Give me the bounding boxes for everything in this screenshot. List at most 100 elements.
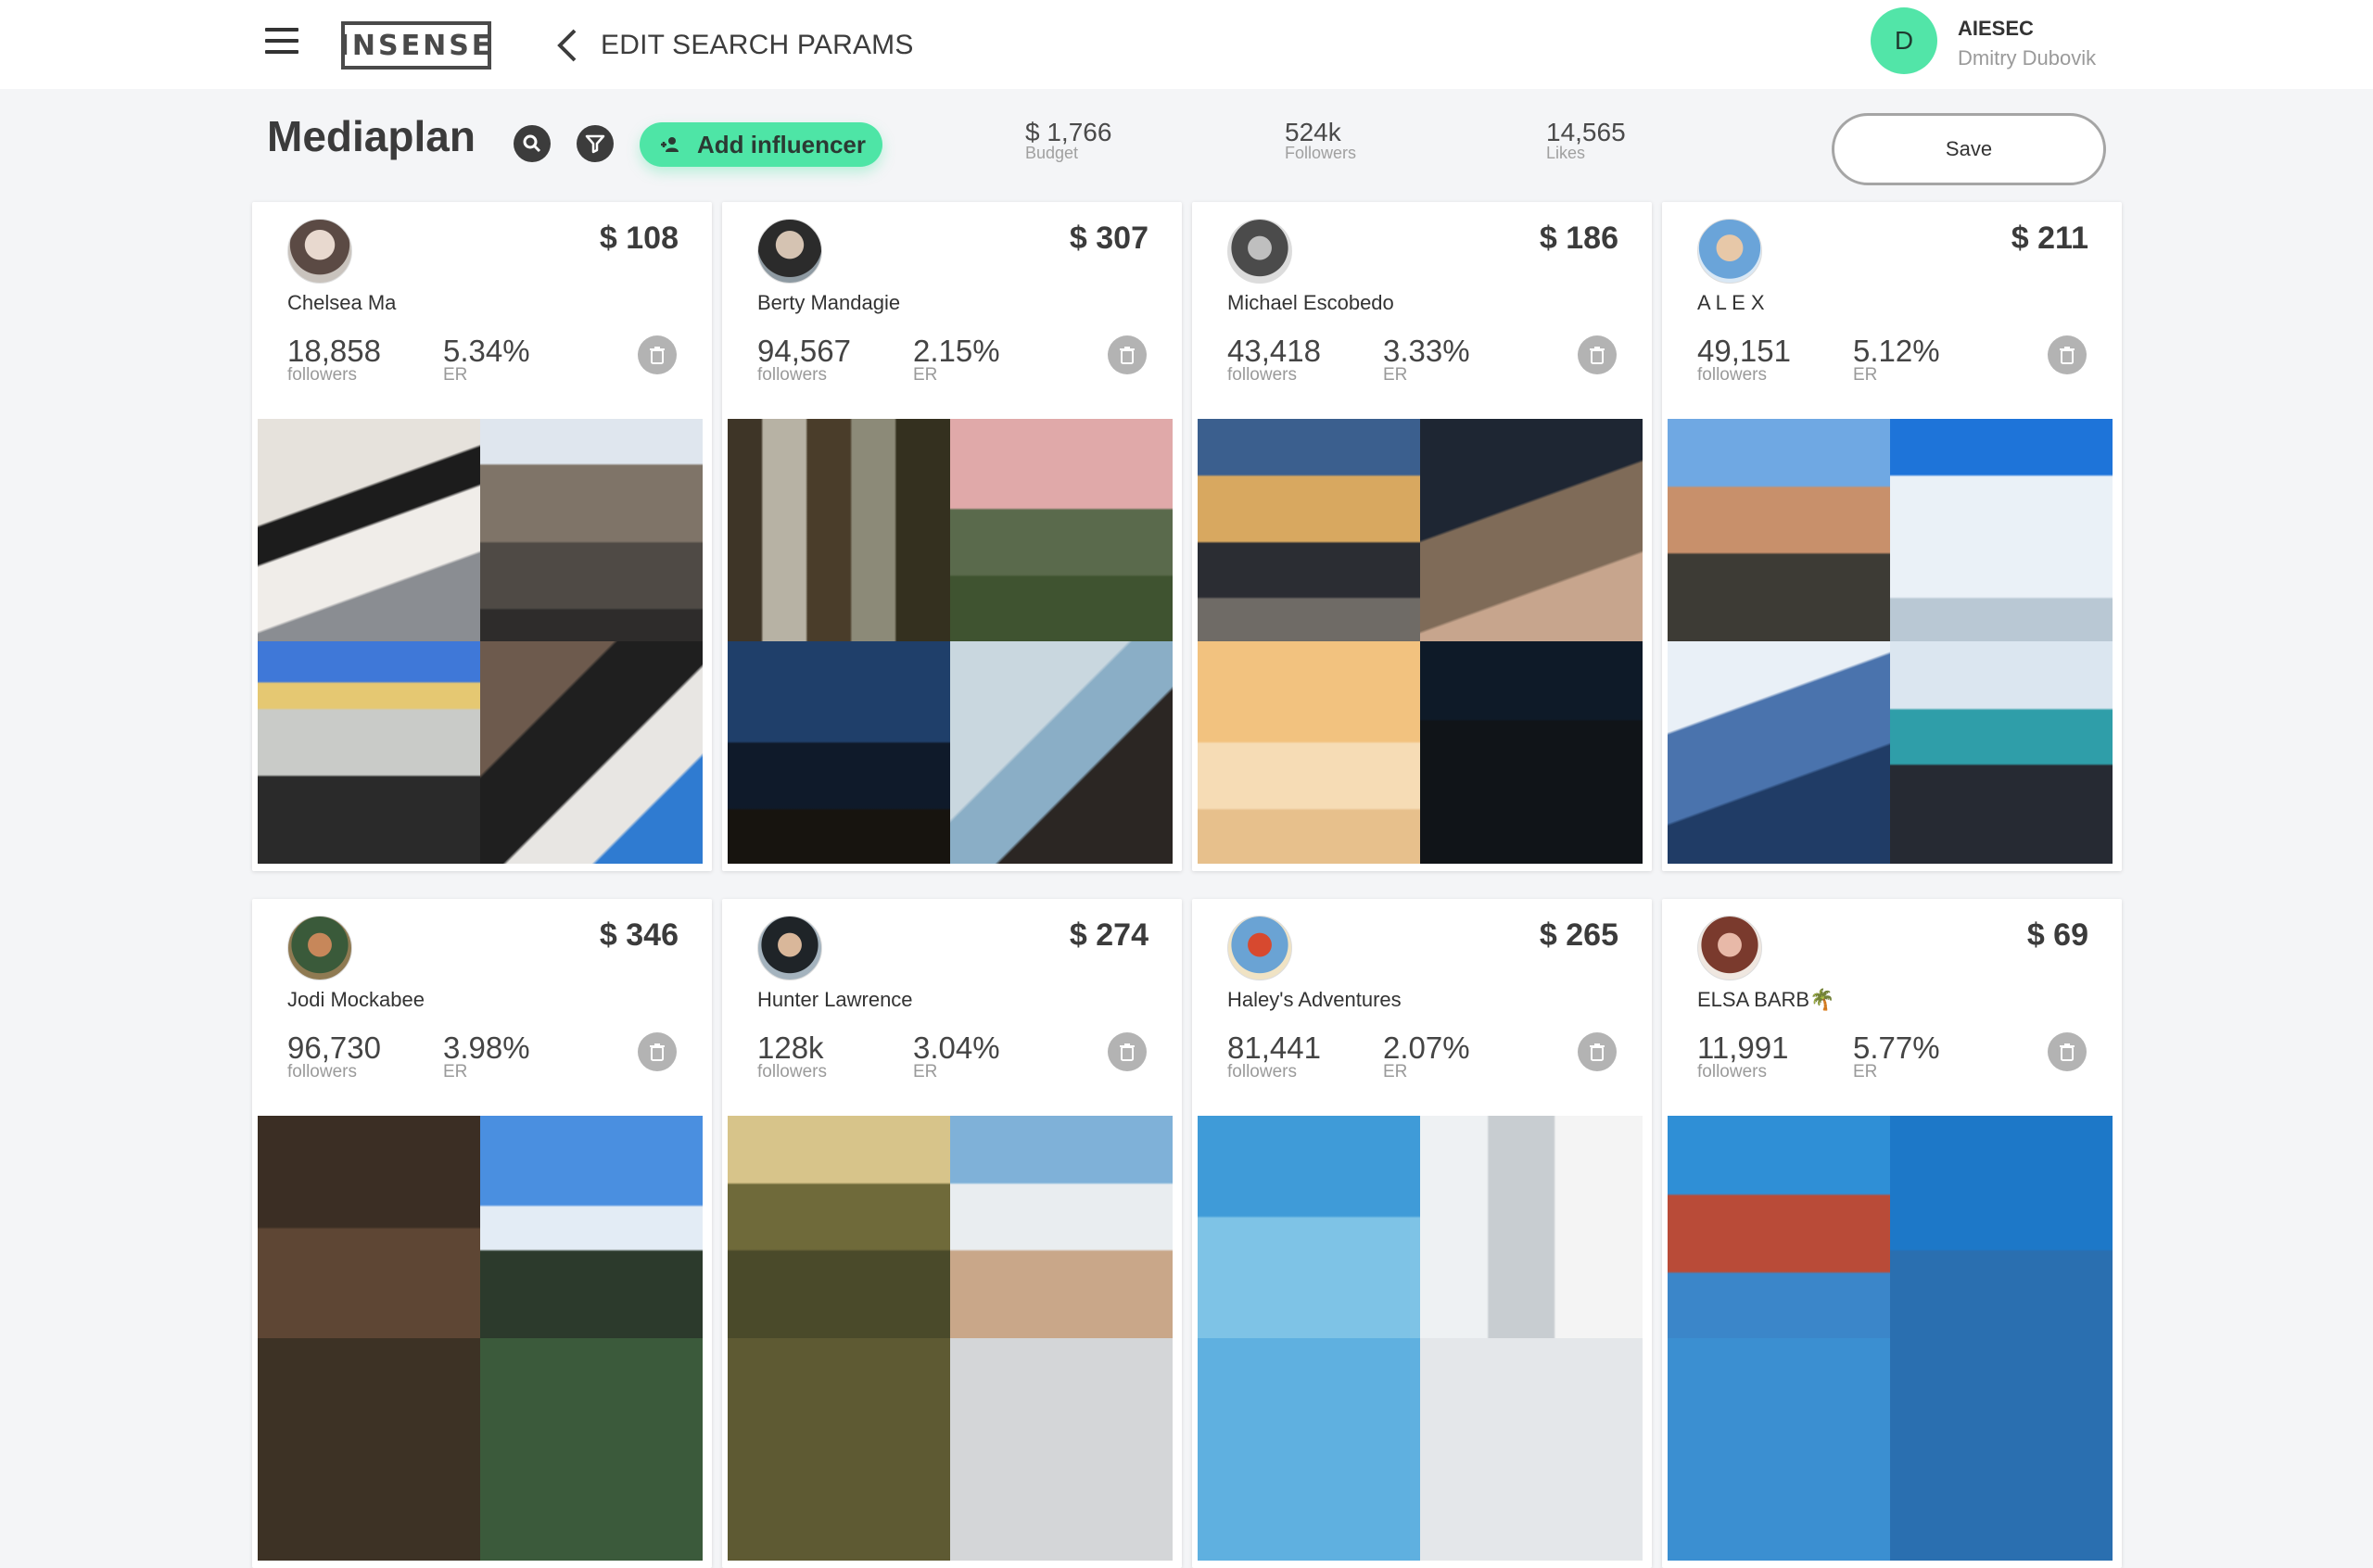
- influencer-name[interactable]: ELSA BARB🌴: [1697, 988, 1834, 1012]
- avatar[interactable]: [757, 219, 822, 284]
- influencer-name[interactable]: Haley's Adventures: [1227, 988, 1402, 1012]
- photo[interactable]: [480, 1338, 703, 1561]
- er-value: 5.34%: [443, 334, 530, 368]
- er-value: 3.33%: [1383, 334, 1470, 368]
- photo[interactable]: [1420, 419, 1643, 641]
- add-influencer-button[interactable]: Add influencer: [640, 122, 882, 167]
- delete-button[interactable]: [2048, 335, 2087, 374]
- followers-value: 43,418: [1227, 334, 1321, 368]
- menu-icon[interactable]: [265, 28, 302, 61]
- photo[interactable]: [1890, 1338, 2113, 1561]
- influencer-card[interactable]: $ 307 Berty Mandagie 94,567 followers 2.…: [722, 202, 1182, 871]
- influencer-card[interactable]: $ 274 Hunter Lawrence 128k followers 3.0…: [722, 899, 1182, 1568]
- avatar[interactable]: [287, 219, 352, 284]
- influencer-card[interactable]: $ 265 Haley's Adventures 81,441 follower…: [1192, 899, 1652, 1568]
- photo[interactable]: [1890, 419, 2113, 641]
- photo[interactable]: [1420, 1338, 1643, 1561]
- followers-label: followers: [757, 365, 827, 385]
- delete-button[interactable]: [1108, 1032, 1147, 1071]
- followers-label: followers: [1227, 365, 1297, 385]
- influencer-name[interactable]: Berty Mandagie: [757, 291, 900, 315]
- photo[interactable]: [1198, 419, 1420, 641]
- avatar[interactable]: [1227, 916, 1292, 980]
- photo[interactable]: [1668, 1116, 1890, 1338]
- photo[interactable]: [480, 419, 703, 641]
- influencer-card[interactable]: $ 186 Michael Escobedo 43,418 followers …: [1192, 202, 1652, 871]
- user-avatar[interactable]: D: [1871, 7, 1937, 74]
- photo[interactable]: [728, 1338, 950, 1561]
- stat-value: 524k: [1285, 118, 1341, 146]
- photo[interactable]: [1198, 1116, 1420, 1338]
- trash-icon: [1120, 347, 1135, 364]
- save-button[interactable]: Save: [1832, 113, 2106, 185]
- er-stat: 3.04% ER: [913, 1032, 1000, 1081]
- avatar[interactable]: [1227, 219, 1292, 284]
- price: $ 274: [1069, 917, 1148, 953]
- delete-button[interactable]: [638, 1032, 677, 1071]
- followers-value: 11,991: [1697, 1031, 1789, 1065]
- delete-button[interactable]: [2048, 1032, 2087, 1071]
- photo[interactable]: [1198, 641, 1420, 864]
- filter-button[interactable]: [577, 125, 614, 162]
- followers-label: followers: [287, 1062, 357, 1081]
- photo[interactable]: [950, 419, 1173, 641]
- influencer-name[interactable]: Hunter Lawrence: [757, 988, 913, 1012]
- delete-button[interactable]: [1578, 1032, 1617, 1071]
- photo[interactable]: [728, 1116, 950, 1338]
- photo[interactable]: [950, 641, 1173, 864]
- er-label: ER: [443, 1062, 468, 1081]
- photo[interactable]: [1668, 419, 1890, 641]
- followers-stat: 11,991 followers: [1697, 1032, 1788, 1081]
- photo[interactable]: [258, 1116, 480, 1338]
- followers-label: followers: [757, 1062, 827, 1081]
- photo[interactable]: [258, 419, 480, 641]
- photo[interactable]: [1420, 1116, 1643, 1338]
- er-stat: 2.15% ER: [913, 335, 1000, 385]
- influencer-name[interactable]: Jodi Mockabee: [287, 988, 425, 1012]
- photo[interactable]: [258, 641, 480, 864]
- insense-logo[interactable]: INSENSE: [339, 21, 491, 70]
- influencer-card[interactable]: $ 108 Chelsea Ma 18,858 followers 5.34% …: [252, 202, 712, 871]
- add-influencer-label: Add influencer: [697, 130, 867, 158]
- edit-search-params-link[interactable]: EDIT SEARCH PARAMS: [556, 26, 914, 65]
- photo[interactable]: [1668, 1338, 1890, 1561]
- delete-button[interactable]: [1108, 335, 1147, 374]
- delete-button[interactable]: [638, 335, 677, 374]
- influencer-name[interactable]: A L E X: [1697, 291, 1765, 315]
- avatar[interactable]: [287, 916, 352, 980]
- photo[interactable]: [950, 1116, 1173, 1338]
- delete-button[interactable]: [1578, 335, 1617, 374]
- photo[interactable]: [950, 1338, 1173, 1561]
- influencer-name[interactable]: Chelsea Ma: [287, 291, 396, 315]
- influencer-name[interactable]: Michael Escobedo: [1227, 291, 1394, 315]
- avatar[interactable]: [1697, 916, 1762, 980]
- er-stat: 5.12% ER: [1853, 335, 1940, 385]
- chevron-left-icon: [557, 29, 577, 62]
- photo[interactable]: [480, 1116, 703, 1338]
- photo[interactable]: [1890, 1116, 2113, 1338]
- followers-stat: 96,730 followers: [287, 1032, 381, 1081]
- avatar[interactable]: [757, 916, 822, 980]
- search-button[interactable]: [514, 125, 551, 162]
- photo[interactable]: [1420, 641, 1643, 864]
- photo-grid: [258, 419, 703, 864]
- followers-label: followers: [1697, 365, 1767, 385]
- followers-stat: 94,567 followers: [757, 335, 851, 385]
- influencer-card[interactable]: $ 69 ELSA BARB🌴 11,991 followers 5.77% E…: [1662, 899, 2122, 1568]
- photo[interactable]: [480, 641, 703, 864]
- avatar[interactable]: [1697, 219, 1762, 284]
- photo[interactable]: [728, 641, 950, 864]
- followers-label: followers: [1227, 1062, 1297, 1081]
- photo[interactable]: [1890, 641, 2113, 864]
- price: $ 307: [1069, 221, 1148, 256]
- stat-budget: $ 1,766 Budget: [1025, 119, 1111, 162]
- price: $ 265: [1539, 917, 1618, 953]
- photo[interactable]: [1668, 641, 1890, 864]
- er-stat: 5.34% ER: [443, 334, 530, 385]
- influencer-card[interactable]: $ 346 Jodi Mockabee 96,730 followers 3.9…: [252, 899, 712, 1568]
- photo[interactable]: [1198, 1338, 1420, 1561]
- influencer-card[interactable]: $ 211 A L E X 49,151 followers 5.12% ER: [1662, 202, 2122, 871]
- followers-stat: 128k followers: [757, 1032, 827, 1081]
- photo[interactable]: [728, 419, 950, 641]
- photo[interactable]: [258, 1338, 480, 1561]
